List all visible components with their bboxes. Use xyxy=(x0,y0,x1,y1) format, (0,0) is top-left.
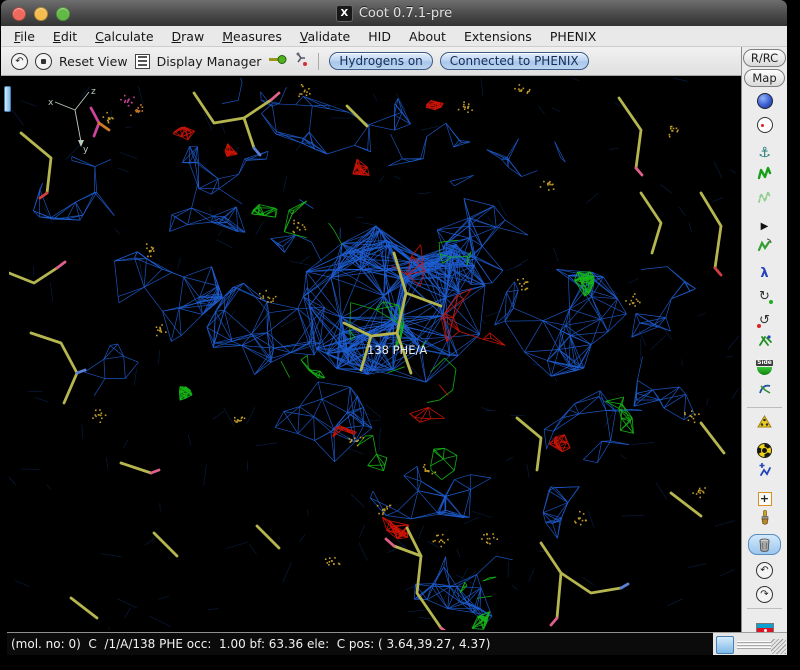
tool-recentre[interactable] xyxy=(742,115,787,139)
edit-chi-angles-icon xyxy=(757,333,773,353)
window-title-text: Coot 0.7.1-pre xyxy=(359,6,452,21)
rrc-button[interactable]: R/RC xyxy=(743,49,786,67)
axis-x-label: x xyxy=(48,98,54,108)
side-panel: R/RC Map ⚓▶λ↻↺Side+↶↷ ▷ xyxy=(741,47,787,655)
scrollbar-ridges xyxy=(737,641,773,649)
tool-rotate-translate[interactable] xyxy=(742,235,787,259)
menu-draw[interactable]: Draw xyxy=(163,26,214,47)
tool-place-atom[interactable]: + xyxy=(742,484,787,508)
tool-edit-chi-angles[interactable] xyxy=(742,331,787,355)
tool-flip-sidechain[interactable]: Side xyxy=(742,355,787,379)
canvas-frame: x z y 138 PHE/A xyxy=(1,76,741,632)
horizontal-scrollbar xyxy=(713,632,787,655)
back-icon[interactable]: ↶ xyxy=(11,53,28,70)
real-space-refine-icon xyxy=(756,165,773,185)
tool-view-sphere[interactable] xyxy=(742,91,787,115)
stop-icon[interactable] xyxy=(35,53,52,70)
tool-radiation[interactable] xyxy=(742,436,787,460)
menu-measures[interactable]: Measures xyxy=(213,26,291,47)
rotate-translate-icon xyxy=(756,237,773,257)
regularize-icon xyxy=(756,189,773,209)
molecule-icon[interactable] xyxy=(294,51,308,71)
tool-real-space-refine[interactable] xyxy=(742,163,787,187)
status-text: (mol. no: 0) C /1/A/138 PHE occ: 1.00 bf… xyxy=(11,637,490,651)
tool-anchor[interactable]: ⚓ xyxy=(742,139,787,163)
place-atom-icon: + xyxy=(758,487,772,506)
menu-extensions[interactable]: Extensions xyxy=(455,26,541,47)
phenix-connection-button[interactable]: Connected to PHENIX xyxy=(440,52,589,70)
tool-redo[interactable]: ↷ xyxy=(742,580,787,604)
tool-add-terminal-residue[interactable] xyxy=(742,412,787,436)
resize-grip[interactable] xyxy=(771,639,786,654)
tool-torsion-general[interactable] xyxy=(742,379,787,403)
horizontal-scrollbar-thumb[interactable] xyxy=(716,636,734,654)
tool-auto-fit-rotamer[interactable]: ↻ xyxy=(742,283,787,307)
toolbar-separator xyxy=(747,407,782,408)
view-sphere-icon xyxy=(757,93,773,113)
map-button[interactable]: Map xyxy=(744,69,784,87)
redo-icon: ↷ xyxy=(756,582,773,603)
add-alt-conf-icon xyxy=(757,462,773,482)
display-manager-button[interactable]: Display Manager xyxy=(157,54,262,69)
tool-rigid-body-fit[interactable]: ▶ xyxy=(742,211,787,235)
anchor-icon: ⚓ xyxy=(758,142,771,161)
go-arrow-icon[interactable] xyxy=(268,53,287,69)
edit-backbone-icon: λ xyxy=(760,262,768,281)
axis-z-label: z xyxy=(91,87,96,97)
reset-view-button[interactable]: Reset View xyxy=(59,54,128,69)
menu-file[interactable]: File xyxy=(5,26,44,47)
xterm-icon: X xyxy=(336,5,353,22)
tool-delete-item[interactable] xyxy=(742,532,787,556)
tool-regularize[interactable] xyxy=(742,187,787,211)
rigid-body-fit-icon: ▶ xyxy=(761,214,769,233)
window-title: X Coot 0.7.1-pre xyxy=(1,0,787,26)
tool-undo[interactable]: ↶ xyxy=(742,556,787,580)
auto-fit-rotamer-icon: ↻ xyxy=(757,285,773,305)
recentre-icon xyxy=(757,117,773,137)
main-toolbar: ↶ Reset View Display Manager Hydrogens o… xyxy=(1,47,741,76)
paintbrush-icon xyxy=(757,510,773,530)
rotamers-icon: ↺ xyxy=(757,309,773,329)
torsion-general-icon xyxy=(757,381,773,401)
axis-y-label: y xyxy=(83,145,89,155)
hydrogens-toggle-button[interactable]: Hydrogens on xyxy=(329,52,432,70)
contour-scrollbar-thumb[interactable] xyxy=(4,86,11,112)
title-bar[interactable]: X Coot 0.7.1-pre xyxy=(1,0,787,27)
delete-item-icon xyxy=(748,534,781,555)
toolbar-separator xyxy=(747,608,782,609)
flip-sidechain-icon: Side xyxy=(756,360,773,375)
tool-edit-backbone[interactable]: λ xyxy=(742,259,787,283)
tool-add-alt-conf[interactable] xyxy=(742,460,787,484)
molecular-viewport[interactable]: x z y 138 PHE/A xyxy=(9,78,739,630)
menu-about[interactable]: About xyxy=(400,26,455,47)
undo-icon: ↶ xyxy=(756,558,773,579)
add-terminal-residue-icon xyxy=(756,414,773,434)
menu-phenix[interactable]: PHENIX xyxy=(541,26,605,47)
menu-edit[interactable]: Edit xyxy=(44,26,86,47)
tool-rotamers[interactable]: ↺ xyxy=(742,307,787,331)
menu-calculate[interactable]: Calculate xyxy=(86,26,162,47)
status-bar: (mol. no: 0) C /1/A/138 PHE occ: 1.00 bf… xyxy=(7,632,713,655)
menu-validate[interactable]: Validate xyxy=(291,26,359,47)
coot-window: X Coot 0.7.1-pre FileEditCalculateDrawMe… xyxy=(1,0,787,656)
tool-paintbrush[interactable] xyxy=(742,508,787,532)
display-manager-icon[interactable] xyxy=(135,54,150,69)
radiation-icon xyxy=(757,439,772,458)
toolbar-separator xyxy=(318,53,319,70)
electron-density-scene: x z y 138 PHE/A xyxy=(9,78,739,630)
menu-hid[interactable]: HID xyxy=(359,26,400,47)
modelling-toolbar: ⚓ ▶ λ ↻ ↺ Side + ↶ ↷ xyxy=(742,91,787,637)
menu-bar: FileEditCalculateDrawMeasuresValidateHID… xyxy=(1,26,787,47)
atom-label: 138 PHE/A xyxy=(367,343,427,357)
